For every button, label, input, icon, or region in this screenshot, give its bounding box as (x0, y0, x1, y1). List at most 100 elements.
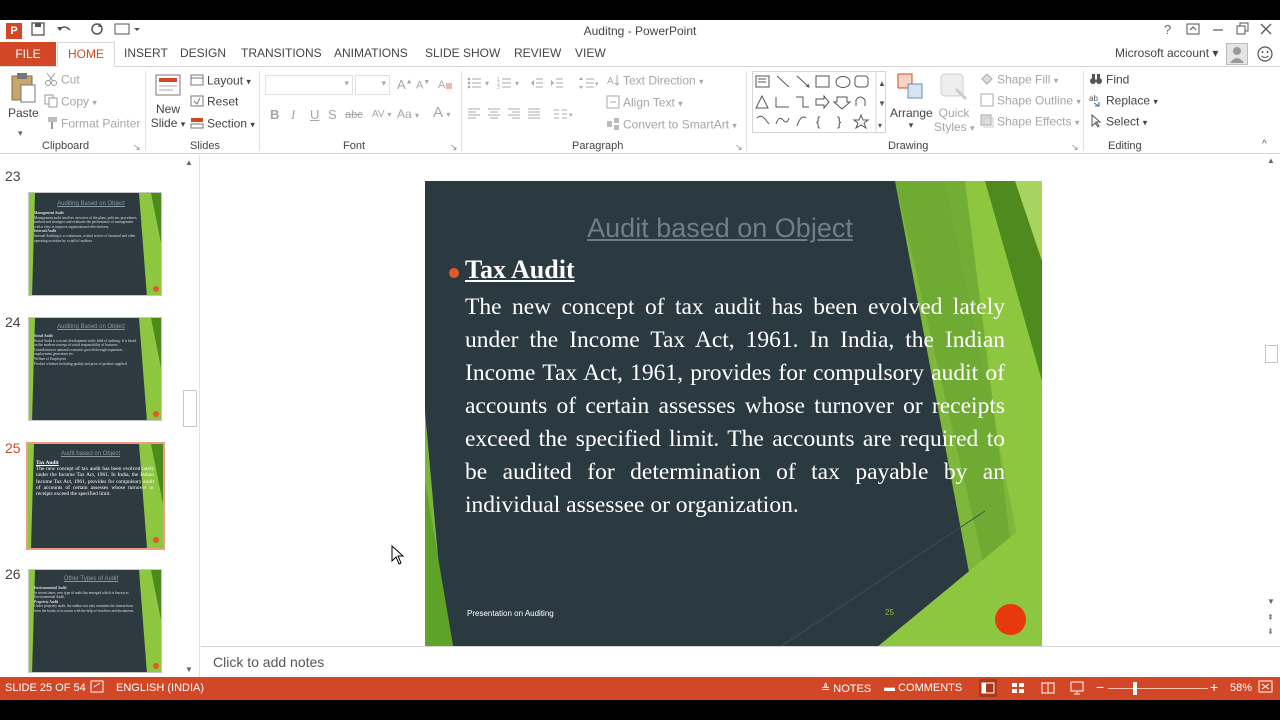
collapse-ribbon-icon[interactable]: ^ (1262, 139, 1267, 150)
slide-thumbnail-25[interactable]: Audit based on Object Tax Audit The new … (26, 442, 165, 550)
slide-title[interactable]: Audit based on Object (425, 213, 1015, 244)
zoom-in-icon[interactable]: + (1210, 679, 1218, 695)
numbering-button[interactable]: 1 2 3 ▾ (497, 76, 523, 93)
restore-icon[interactable] (1235, 22, 1249, 39)
close-icon[interactable] (1259, 22, 1273, 39)
help-icon[interactable]: ? (1164, 22, 1171, 37)
font-size-combobox[interactable]: ▾ (355, 75, 390, 95)
ribbon-display-options-icon[interactable] (1186, 22, 1200, 39)
reset-button[interactable]: Reset (190, 94, 238, 111)
cut-button[interactable]: Cut (44, 72, 80, 89)
align-right-icon[interactable] (507, 107, 521, 124)
fit-slide-to-window-icon[interactable] (1258, 680, 1274, 697)
tab-file[interactable]: FILE (0, 42, 56, 66)
tab-review[interactable]: REVIEW (514, 46, 561, 60)
tab-insert[interactable]: INSERT (124, 46, 168, 60)
new-slide-button[interactable]: New Slide ▾ (150, 73, 186, 130)
align-center-icon[interactable] (487, 107, 501, 124)
layout-button[interactable]: Layout ▾ (190, 73, 251, 90)
slide-show-view-icon[interactable] (1068, 679, 1086, 700)
font-name-combobox[interactable]: ▾ (265, 75, 353, 95)
italic-button[interactable]: I (291, 107, 295, 123)
shapes-gallery[interactable]: { } ▲ ▼ ▾ (752, 71, 886, 134)
shape-fill-button[interactable]: Shape Fill ▾ (980, 72, 1058, 89)
tab-design[interactable]: DESIGN (180, 46, 226, 60)
replace-button[interactable]: ab Replace ▾ (1089, 93, 1158, 110)
slide-scrollbar[interactable]: ▲ ▼ ⇞ ⇟ (1263, 155, 1280, 645)
copy-button[interactable]: Copy ▾ (44, 94, 97, 111)
character-spacing-button[interactable]: AV ▾ (372, 109, 391, 120)
tab-slide-show[interactable]: SLIDE SHOW (425, 46, 500, 60)
columns-icon[interactable]: ▾ (553, 107, 575, 124)
justify-icon[interactable] (527, 107, 541, 124)
comments-toggle[interactable]: ▬ COMMENTS (884, 682, 962, 694)
tab-animations[interactable]: ANIMATIONS (334, 46, 408, 60)
decrease-font-size-icon[interactable]: A▼ (416, 79, 430, 92)
next-slide-icon[interactable]: ⇟ (1267, 627, 1274, 636)
text-shadow-button[interactable]: S (328, 107, 337, 122)
slide-thumbnail-26[interactable]: Other Types of Audit Environmental Audit… (28, 569, 162, 673)
font-color-button[interactable]: A ▾ (433, 104, 450, 121)
font-dialog-launcher-icon[interactable]: ↘ (450, 142, 458, 153)
paste-button[interactable]: Paste (8, 73, 39, 120)
drawing-dialog-launcher-icon[interactable]: ↘ (1071, 142, 1079, 153)
clipboard-dialog-launcher-icon[interactable]: ↘ (133, 142, 141, 153)
avatar[interactable] (1226, 43, 1248, 65)
thumbnail-scroll-thumb[interactable] (183, 390, 197, 427)
scroll-up-icon[interactable]: ▲ (1267, 156, 1275, 165)
tab-view[interactable]: VIEW (575, 46, 606, 60)
slide-heading[interactable]: Tax Audit (465, 255, 575, 285)
spell-check-icon[interactable] (90, 680, 106, 697)
scroll-up-icon[interactable]: ▲ (185, 158, 193, 167)
notes-pane[interactable]: Click to add notes (201, 646, 1280, 677)
align-left-icon[interactable] (467, 107, 481, 124)
minimize-icon[interactable] (1211, 22, 1225, 39)
bold-button[interactable]: B (270, 107, 279, 122)
paragraph-dialog-launcher-icon[interactable]: ↘ (735, 142, 743, 153)
zoom-slider-track[interactable] (1108, 688, 1208, 689)
normal-view-icon[interactable] (979, 679, 997, 697)
zoom-level[interactable]: 58% (1230, 682, 1252, 694)
arrange-button[interactable]: Arrange ▾ (890, 71, 933, 131)
select-button[interactable]: Select ▾ (1089, 113, 1147, 131)
thumbnail-scrollbar[interactable]: ▲ ▼ (182, 158, 198, 678)
scroll-down-icon[interactable]: ▼ (1267, 597, 1275, 606)
shape-effects-button[interactable]: Shape Effects ▾ (980, 114, 1079, 131)
notes-placeholder[interactable]: Click to add notes (213, 654, 324, 670)
slide-sorter-view-icon[interactable] (1009, 679, 1027, 700)
slide-counter[interactable]: SLIDE 25 OF 54 (5, 682, 86, 694)
quick-styles-button[interactable]: Quick Styles ▾ (934, 71, 975, 134)
paste-dropdown-icon[interactable]: ▾ (18, 128, 23, 139)
language-indicator[interactable]: ENGLISH (INDIA) (116, 682, 204, 694)
zoom-slider-thumb[interactable] (1132, 682, 1137, 695)
previous-slide-icon[interactable]: ⇞ (1267, 613, 1274, 622)
change-case-button[interactable]: Aa ▾ (397, 107, 419, 121)
text-direction-button[interactable]: A Text Direction ▾ (606, 73, 704, 90)
format-painter-button[interactable]: Format Painter (44, 116, 140, 133)
slide-thumbnail-23[interactable]: Auditing Based on Object Management Audi… (28, 192, 162, 296)
account-menu[interactable]: Microsoft account ▾ (1115, 46, 1218, 60)
clear-formatting-icon[interactable]: A (437, 77, 453, 94)
tab-transitions[interactable]: TRANSITIONS (241, 46, 322, 60)
current-slide[interactable]: Audit based on Object Tax Audit The new … (425, 181, 1042, 657)
reading-view-icon[interactable] (1039, 679, 1057, 700)
slide-body[interactable]: The new concept of tax audit has been ev… (465, 291, 1005, 522)
notes-toggle[interactable]: ≜ NOTES (821, 682, 871, 695)
bullets-button[interactable]: ▾ (467, 76, 493, 93)
increase-indent-icon[interactable] (550, 76, 564, 93)
zoom-out-icon[interactable]: − (1096, 679, 1104, 695)
slide-thumbnail-24[interactable]: Auditing Based on Object Social Audit So… (28, 317, 162, 421)
tab-home[interactable]: HOME (57, 42, 115, 67)
scroll-down-icon[interactable]: ▼ (185, 665, 193, 674)
align-text-button[interactable]: Align Text ▾ (606, 95, 683, 112)
line-spacing-icon[interactable]: ▾ (578, 76, 600, 93)
underline-button[interactable]: U (310, 107, 319, 122)
find-button[interactable]: Find (1089, 72, 1129, 89)
strikethrough-button[interactable]: abc (345, 109, 363, 121)
section-button[interactable]: Section ▾ (190, 116, 255, 133)
decrease-indent-icon[interactable] (530, 76, 544, 93)
shape-outline-button[interactable]: Shape Outline ▾ (980, 93, 1081, 110)
slide-scroll-thumb[interactable] (1265, 345, 1278, 363)
smiley-feedback-icon[interactable] (1256, 45, 1274, 66)
convert-to-smartart-button[interactable]: Convert to SmartArt ▾ (606, 117, 737, 134)
